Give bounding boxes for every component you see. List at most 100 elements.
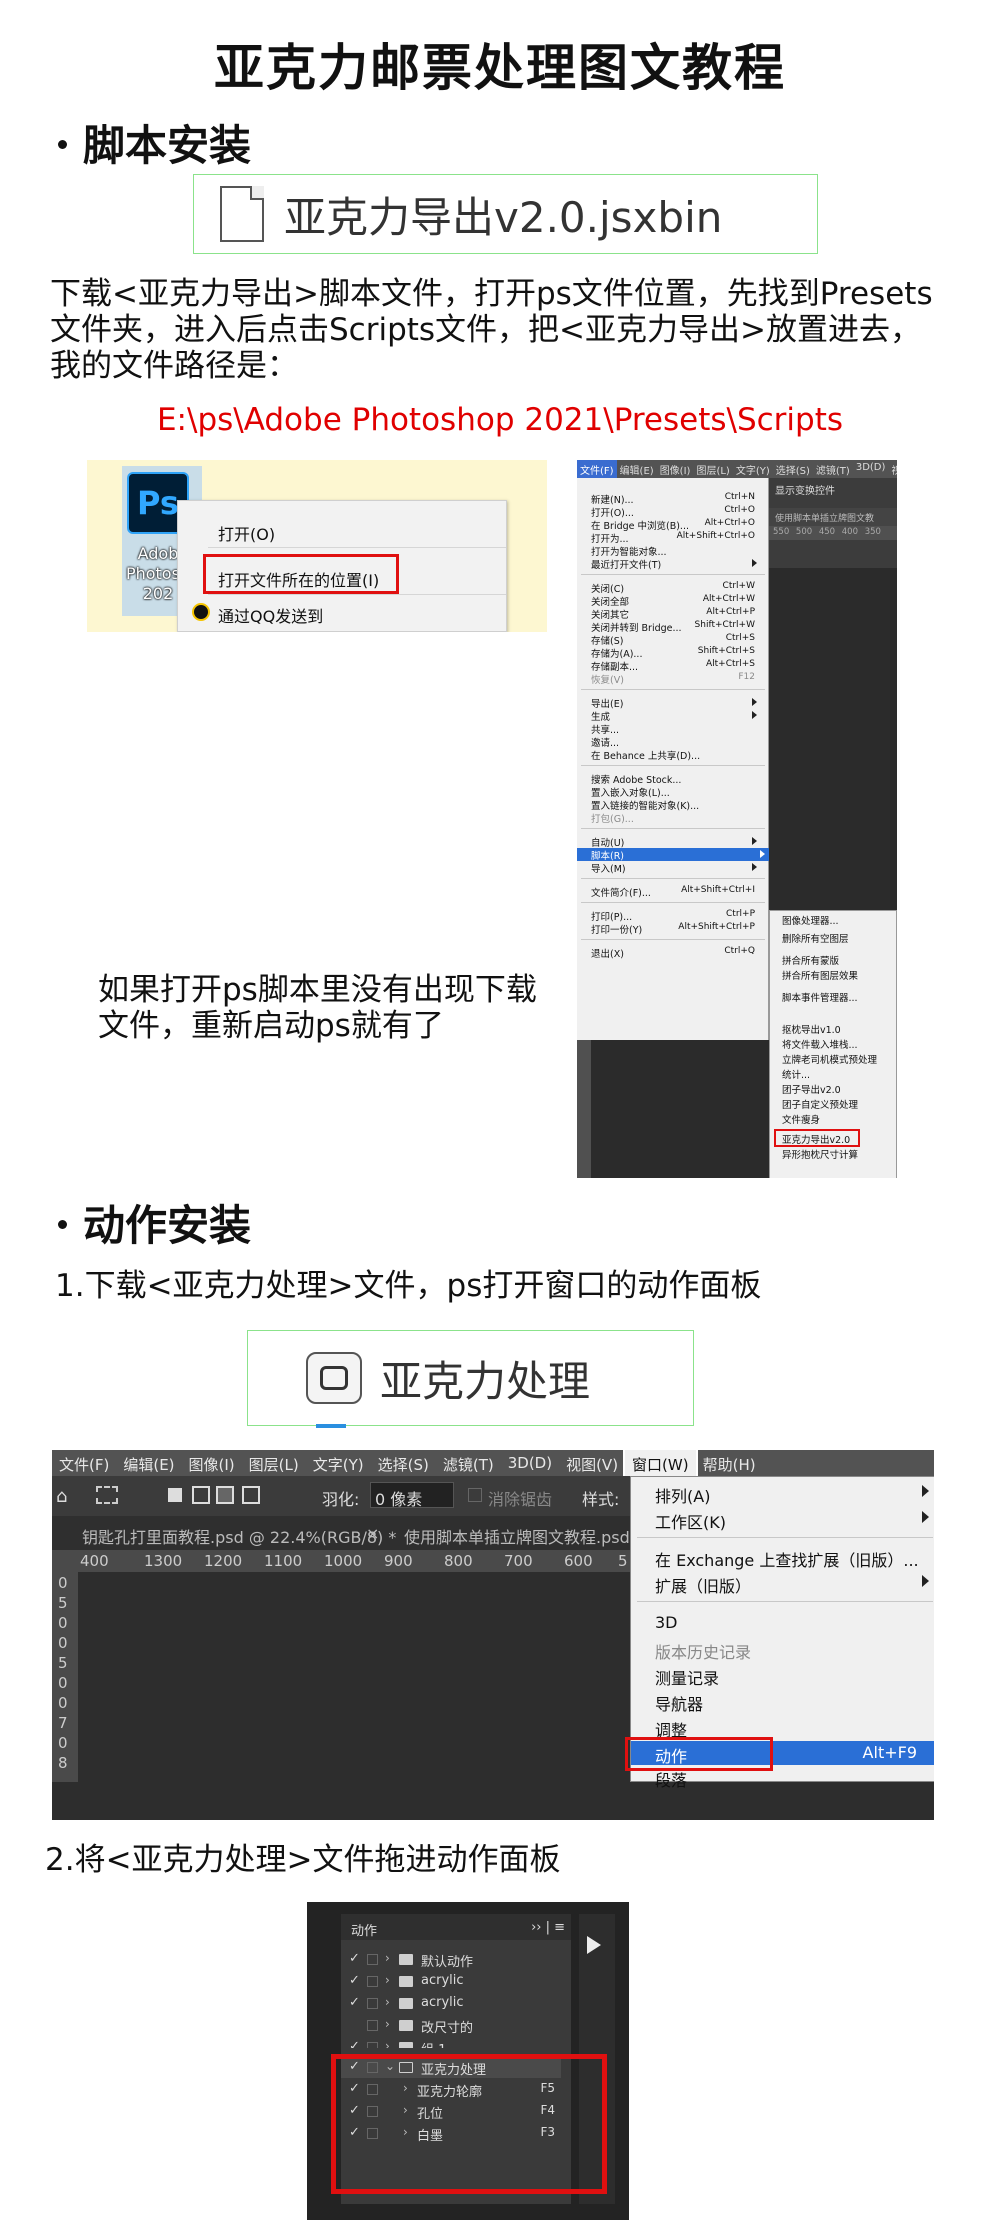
file-menu-item[interactable]: 打开为... Alt+Shift+Ctrl+O: [591, 531, 761, 545]
antialias-checkbox[interactable]: [468, 1488, 482, 1502]
action-set-row[interactable]: › 改尺寸的: [341, 2016, 561, 2036]
menubar-item[interactable]: 视图(V): [559, 1450, 625, 1476]
script-submenu-item[interactable]: 统计...: [782, 1067, 810, 1081]
window-menu-item[interactable]: 扩展（旧版）: [655, 1573, 751, 1597]
file-menu-item[interactable]: 在 Bridge 中浏览(B)... Alt+Ctrl+O: [591, 518, 761, 532]
file-menu-item[interactable]: 打印一份(Y) Alt+Shift+Ctrl+P: [591, 922, 761, 936]
toolbar-option[interactable]: 显示变换控件: [775, 482, 835, 497]
panel-menu-icon[interactable]: ›› | ≡: [531, 1920, 565, 1935]
add-selection-icon[interactable]: [192, 1486, 210, 1504]
new-selection-icon[interactable]: [168, 1488, 182, 1502]
file-menu-item[interactable]: 恢复(V) F12: [591, 672, 761, 686]
script-submenu-item[interactable]: 拼合所有图层效果: [782, 968, 858, 982]
file-menu-item[interactable]: 关闭全部 Alt+Ctrl+W: [591, 594, 761, 608]
file-menu-item[interactable]: 打开(O)... Ctrl+O: [591, 505, 761, 519]
script-submenu-item[interactable]: 拼合所有蒙版: [782, 953, 839, 967]
window-menu-item[interactable]: 测量记录: [655, 1665, 719, 1689]
file-menu-item[interactable]: 关闭并转到 Bridge... Shift+Ctrl+W: [591, 620, 761, 634]
file-menu-item[interactable]: 共享...: [591, 722, 761, 736]
ps-file-menu-screenshot: 文件(F) 编辑(E) 图像(I) 图层(L) 文字(Y) 选择(S) 滤镜(T…: [577, 460, 897, 1178]
tab-close-icon[interactable]: ×: [366, 1524, 379, 1543]
section-heading-text: 脚本安装: [83, 121, 252, 170]
file-menu-item[interactable]: 搜索 Adobe Stock...: [591, 772, 761, 786]
feather-input[interactable]: 0 像素: [370, 1482, 454, 1509]
action-set-row[interactable]: ✓ › 默认动作: [341, 1950, 561, 1970]
file-menu-item[interactable]: 生成: [591, 709, 761, 723]
menubar-item[interactable]: 选择(S): [773, 460, 813, 478]
feather-label: 羽化:: [322, 1490, 360, 1509]
script-submenu-item[interactable]: 抠枕导出v1.0: [782, 1022, 841, 1036]
script-submenu-item[interactable]: 文件瘦身: [782, 1112, 820, 1126]
menubar-item[interactable]: 文件(F): [577, 460, 617, 478]
menubar-item[interactable]: 选择(S): [371, 1450, 436, 1476]
menubar-item[interactable]: 文字(Y): [306, 1450, 371, 1476]
menubar-item[interactable]: 文件(F): [52, 1450, 116, 1476]
ps-window-menu-screenshot: 文件(F) 编辑(E) 图像(I) 图层(L) 文字(Y) 选择(S) 滤镜(T…: [52, 1450, 934, 1820]
action-set-row[interactable]: ✓ › 组 1: [341, 2038, 561, 2048]
expand-arrow-icon: ›: [385, 1995, 390, 2009]
document-tab[interactable]: 使用脚本单插立牌图文教程.psd: [404, 1524, 630, 1548]
menu-item-send-qq[interactable]: 通过QQ发送到: [218, 603, 323, 627]
ruler-tick: 5: [58, 1594, 68, 1612]
menubar-item[interactable]: 滤镜(T): [436, 1450, 501, 1476]
file-menu-item[interactable]: 新建(N)... Ctrl+N: [591, 492, 761, 506]
file-menu-item[interactable]: 关闭其它 Alt+Ctrl+P: [591, 607, 761, 621]
menubar-item[interactable]: 图层(L): [693, 460, 732, 478]
action-set-row[interactable]: ✓ › acrylic: [341, 1972, 561, 1992]
play-icon[interactable]: [587, 1936, 601, 1954]
window-menu-item[interactable]: 3D: [655, 1613, 678, 1632]
file-menu-item[interactable]: 置入嵌入对象(L)...: [591, 785, 761, 799]
file-menu-item[interactable]: 打印(P)... Ctrl+P: [591, 909, 761, 923]
file-menu-item[interactable]: 邀请...: [591, 735, 761, 749]
file-menu-item[interactable]: 退出(X) Ctrl+Q: [591, 946, 761, 960]
menubar-item[interactable]: 编辑(E): [116, 1450, 181, 1476]
script-submenu-item[interactable]: 立牌老司机模式预处理: [782, 1052, 877, 1066]
menu-item-open[interactable]: 打开(O): [218, 521, 275, 545]
script-submenu-item[interactable]: 异形抱枕尺寸计算: [782, 1147, 858, 1161]
script-submenu-item[interactable]: 团子自定义预处理: [782, 1097, 858, 1111]
file-menu-item-scripts[interactable]: 脚本(R): [577, 848, 769, 862]
window-menu-item[interactable]: 导航器: [655, 1691, 703, 1715]
menubar-item[interactable]: 3D(D): [501, 1450, 559, 1476]
file-menu-item[interactable]: 置入链接的智能对象(K)...: [591, 798, 761, 812]
menubar-item[interactable]: 视: [888, 460, 897, 478]
file-menu-item[interactable]: 在 Behance 上共享(D)...: [591, 748, 761, 762]
menubar-item[interactable]: 图像(I): [657, 460, 694, 478]
file-menu-item[interactable]: 关闭(C) Ctrl+W: [591, 581, 761, 595]
file-menu-item[interactable]: 自动(U): [591, 835, 761, 849]
script-submenu-item[interactable]: 脚本事件管理器...: [782, 990, 858, 1004]
file-menu-item[interactable]: 导出(E): [591, 696, 761, 710]
window-menu-item[interactable]: 排列(A): [655, 1483, 710, 1507]
intersect-selection-icon[interactable]: [242, 1486, 260, 1504]
script-submenu-item[interactable]: 将文件载入堆栈...: [782, 1037, 858, 1051]
document-tab[interactable]: 钥匙孔打里面教程.psd @ 22.4%(RGB/8) *: [82, 1524, 396, 1548]
file-menu-item[interactable]: 导入(M): [591, 861, 761, 875]
file-menu-item[interactable]: 存储为(A)... Shift+Ctrl+S: [591, 646, 761, 660]
menubar-item[interactable]: 图像(I): [182, 1450, 242, 1476]
window-menu-item[interactable]: 工作区(K): [655, 1509, 726, 1533]
menubar-item[interactable]: 滤镜(T): [813, 460, 853, 478]
file-menu-item[interactable]: 打包(G)...: [591, 811, 761, 825]
menubar-item[interactable]: 3D(D): [853, 460, 889, 478]
menubar-item[interactable]: 图层(L): [242, 1450, 306, 1476]
file-menu-item[interactable]: 打开为智能对象...: [591, 544, 761, 558]
script-submenu-item[interactable]: 团子导出v2.0: [782, 1082, 841, 1096]
window-menu-item[interactable]: 在 Exchange 上查找扩展（旧版）...: [655, 1547, 919, 1571]
home-icon[interactable]: ⌂: [56, 1486, 67, 1507]
menubar-item-window[interactable]: 窗口(W): [623, 1450, 698, 1478]
marquee-icon[interactable]: [96, 1486, 118, 1504]
file-menu-item[interactable]: 存储(S) Ctrl+S: [591, 633, 761, 647]
action-set-row[interactable]: ✓ › acrylic: [341, 1994, 561, 2014]
menubar-item[interactable]: 文字(Y): [733, 460, 773, 478]
ruler-tick: 0: [58, 1634, 68, 1652]
file-menu-item[interactable]: 文件简介(F)... Alt+Shift+Ctrl+I: [591, 885, 761, 899]
script-submenu-item[interactable]: 图像处理器...: [782, 913, 839, 927]
file-menu-item[interactable]: 存储副本... Alt+Ctrl+S: [591, 659, 761, 673]
menubar-item[interactable]: 编辑(E): [617, 460, 657, 478]
window-menu-item[interactable]: 版本历史记录: [655, 1639, 751, 1663]
menubar-item[interactable]: 帮助(H): [696, 1450, 763, 1476]
subtract-selection-icon[interactable]: [216, 1486, 234, 1504]
document-tab[interactable]: 使用脚本单插立牌图文教: [769, 508, 897, 526]
script-submenu-item[interactable]: 删除所有空图层: [782, 931, 849, 945]
file-menu-item[interactable]: 最近打开文件(T): [591, 557, 761, 571]
